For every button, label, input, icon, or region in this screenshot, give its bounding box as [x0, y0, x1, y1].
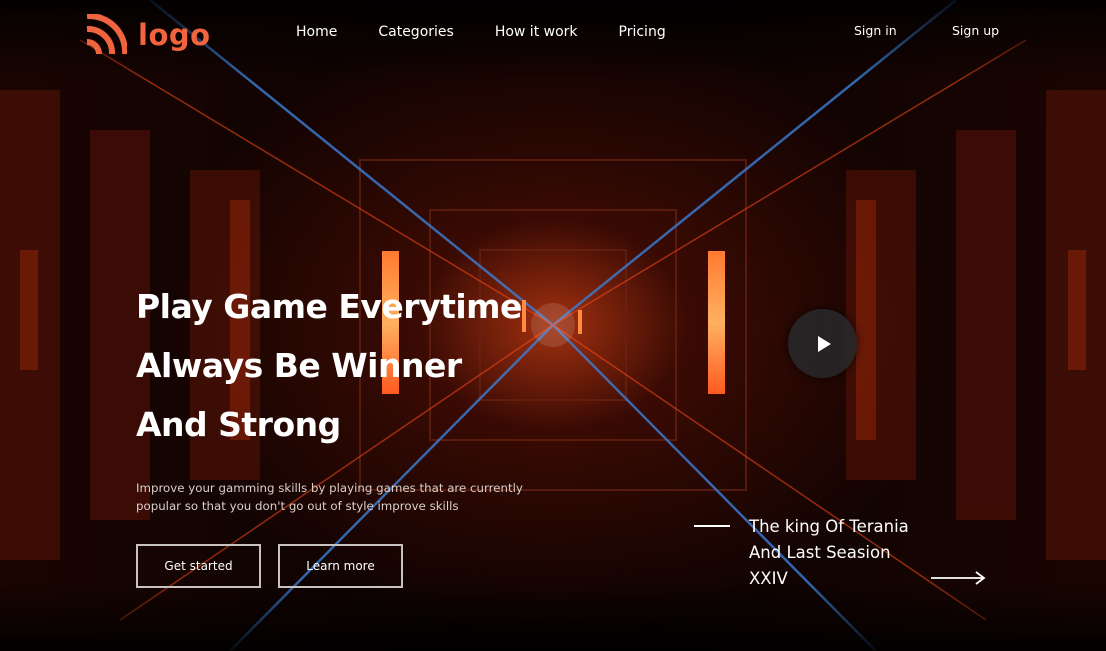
headline-line: Always Be Winner	[136, 346, 462, 385]
feature-title-line: And Last Seasion	[749, 543, 891, 562]
sign-up-link[interactable]: Sign up	[952, 23, 999, 38]
signal-arcs-icon	[86, 14, 127, 55]
headline-line: Play Game Everytime	[136, 287, 522, 326]
feature-title-line: XXIV	[749, 569, 788, 588]
headline-line: And Strong	[136, 405, 341, 444]
hero-subtext: Improve your gamming skills by playing g…	[136, 481, 523, 513]
main-nav: Home Categories How it work Pricing	[296, 24, 707, 40]
play-video-button[interactable]	[788, 309, 857, 378]
feature-title: The king Of Terania And Last Seasion XXI…	[749, 514, 949, 592]
play-icon	[817, 335, 831, 352]
hero-headline: Play Game Everytime Always Be Winner And…	[136, 277, 596, 454]
nav-pricing[interactable]: Pricing	[619, 24, 666, 40]
arrow-right-icon[interactable]	[930, 570, 986, 586]
feature-divider	[694, 525, 730, 527]
learn-more-button[interactable]: Learn more	[278, 544, 403, 588]
logo[interactable]: logo	[83, 14, 211, 56]
nav-home[interactable]: Home	[296, 24, 337, 40]
sign-in-link[interactable]: Sign in	[854, 23, 897, 38]
nav-how-it-work[interactable]: How it work	[495, 24, 578, 40]
nav-categories[interactable]: Categories	[378, 24, 453, 40]
logo-text: logo	[138, 18, 211, 52]
get-started-button[interactable]: Get started	[136, 544, 261, 588]
feature-title-line: The king Of Terania	[749, 517, 909, 536]
